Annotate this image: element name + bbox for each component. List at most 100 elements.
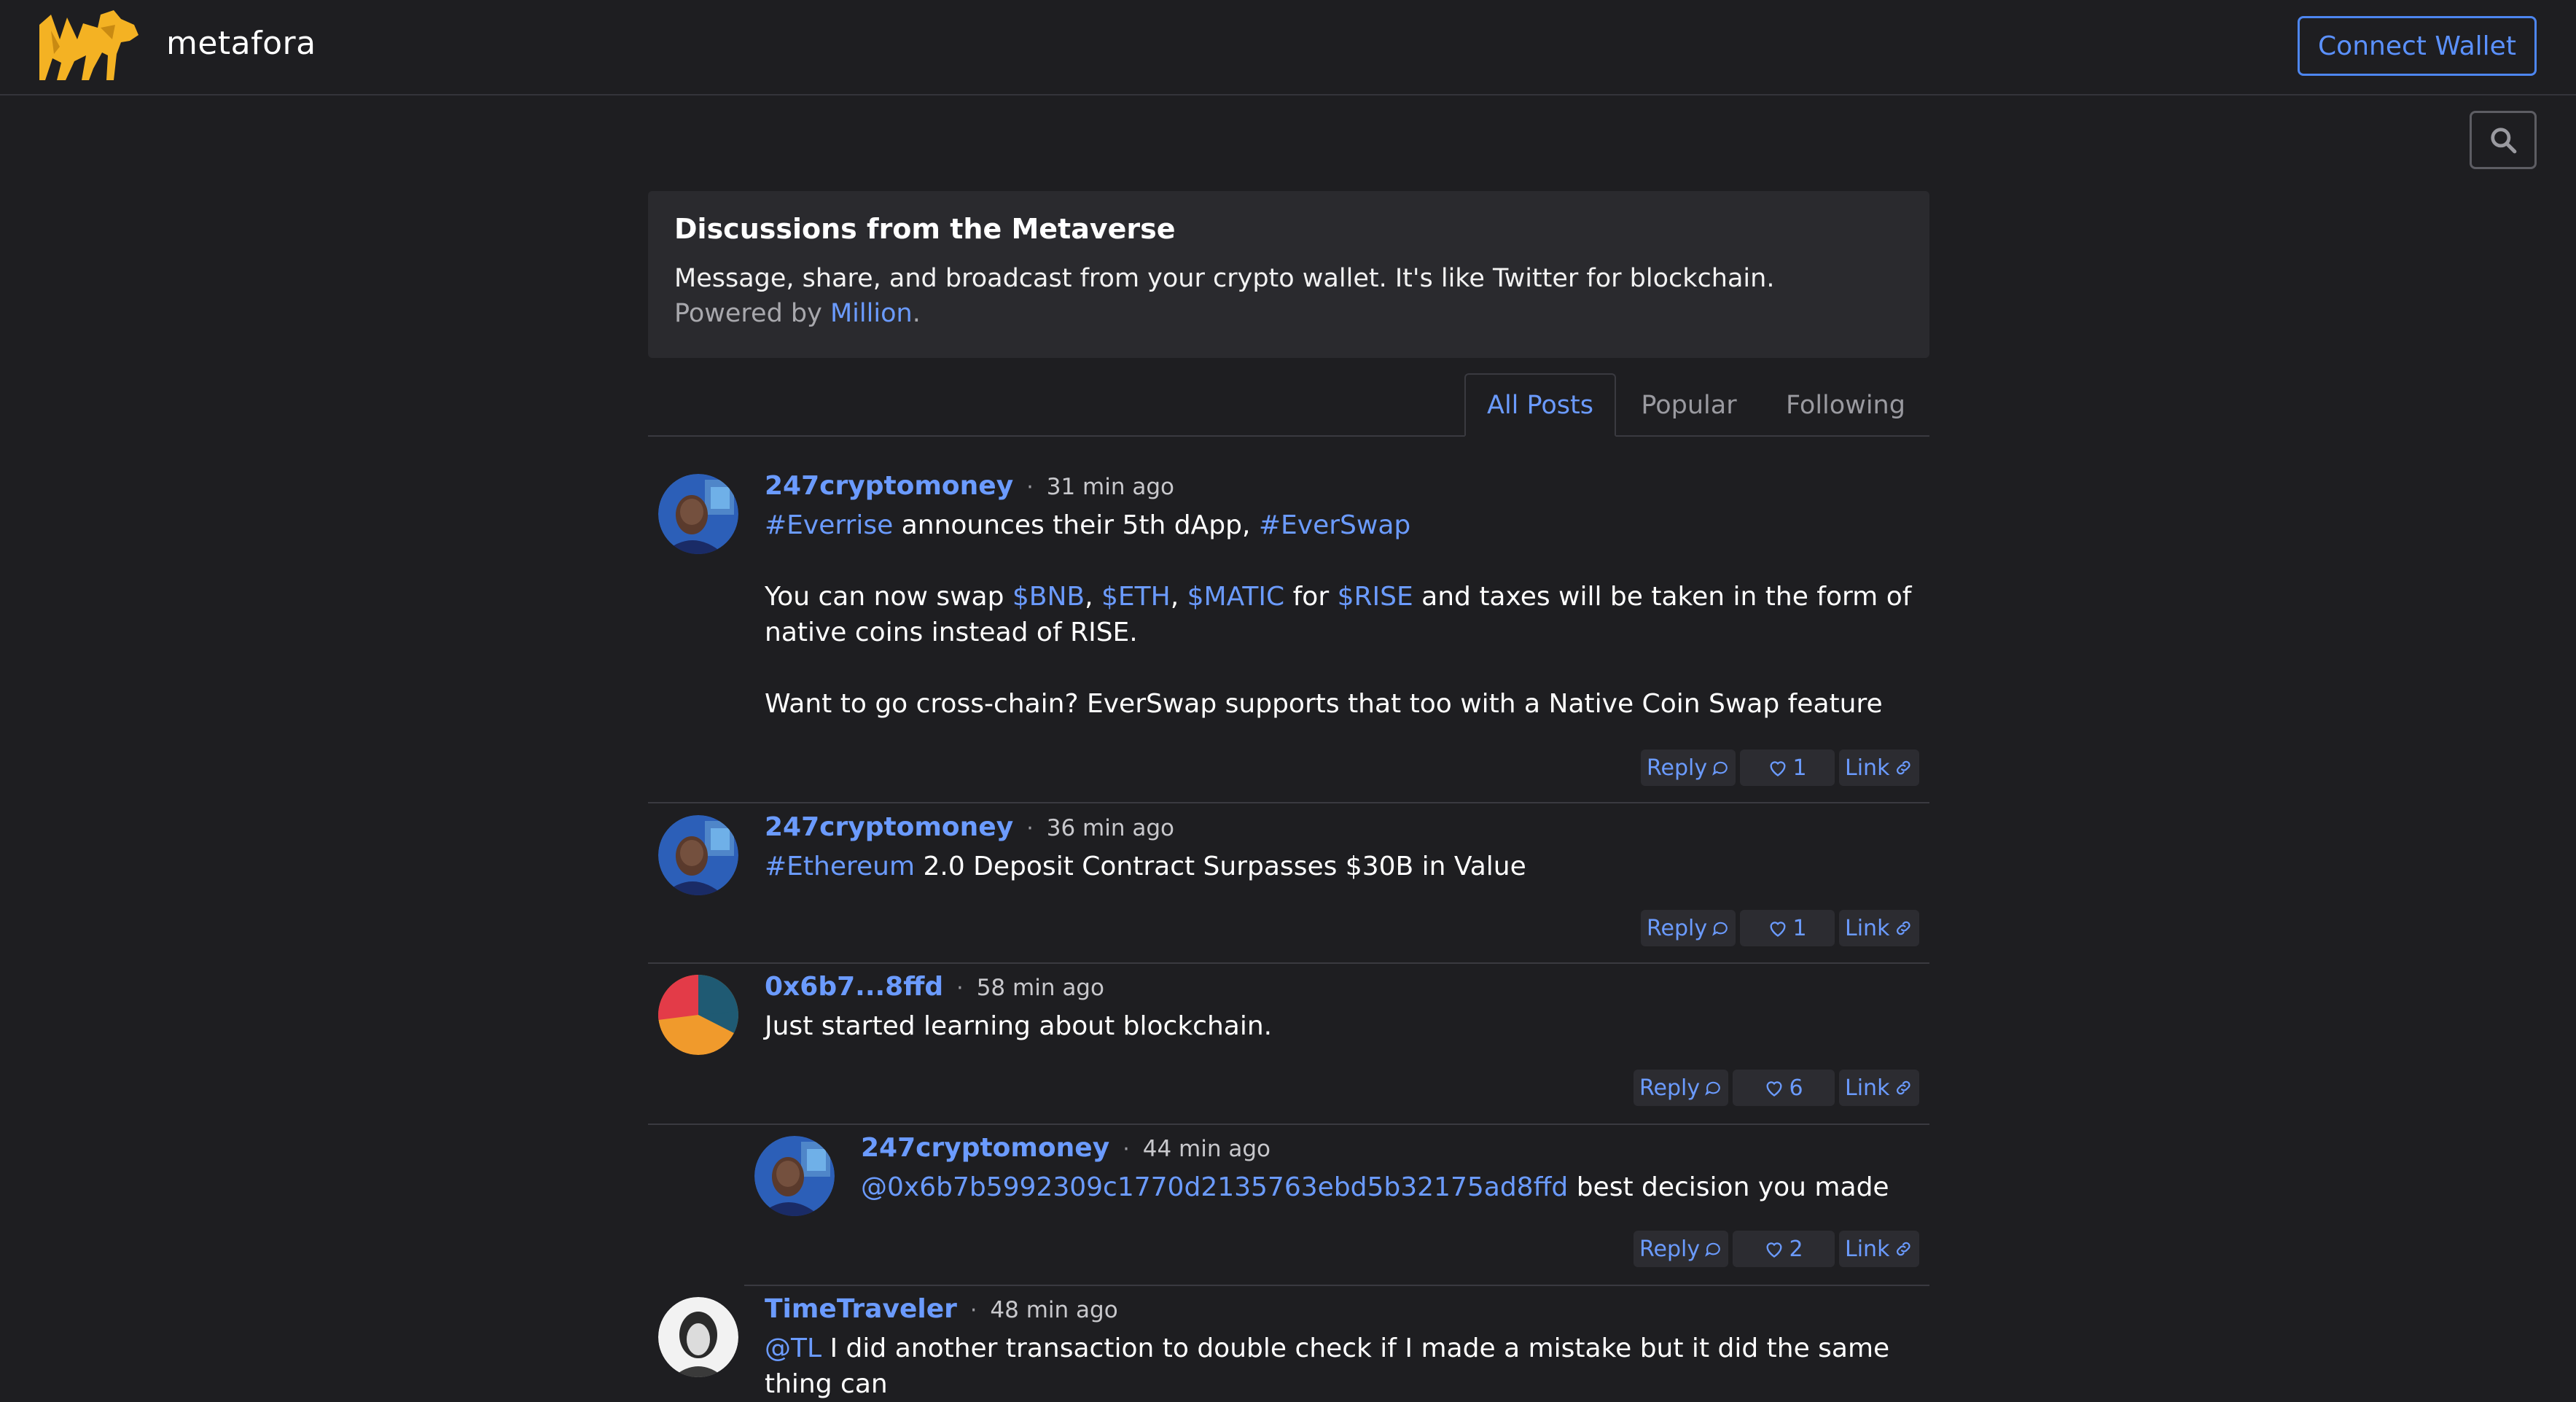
author-name[interactable]: TimeTraveler (765, 1294, 957, 1324)
link-icon (1897, 921, 1910, 935)
author-name[interactable]: 247cryptomoney (765, 812, 1013, 842)
link-label: Link (1845, 915, 1890, 941)
reply-label: Reply (1647, 915, 1708, 941)
like-button[interactable]: 1 (1740, 749, 1835, 786)
post-text: best decision you made (1568, 1172, 1889, 1202)
link-button[interactable]: Link (1839, 1070, 1919, 1106)
post-actions: Reply 1 Link (1641, 749, 1919, 786)
author-name[interactable]: 0x6b7...8ffd (765, 972, 943, 1002)
heart-icon (1766, 1242, 1782, 1258)
search-button[interactable] (2470, 111, 2537, 169)
reply-button[interactable]: Reply (1641, 749, 1736, 786)
link-label: Link (1845, 1236, 1890, 1262)
reply-label: Reply (1639, 1236, 1701, 1262)
link-button[interactable]: Link (1839, 1231, 1919, 1267)
post-time[interactable]: 48 min ago (990, 1297, 1117, 1323)
post-body: #Everrise announces their 5th dApp, #Eve… (765, 507, 1915, 722)
like-count: 6 (1789, 1075, 1803, 1101)
post-time[interactable]: 58 min ago (977, 975, 1104, 1001)
post-text: Just started learning about blockchain. (765, 1011, 1273, 1041)
tag-link[interactable]: #Ethereum (765, 852, 915, 881)
reply-button[interactable]: Reply (1634, 1070, 1728, 1106)
reply-button[interactable]: Reply (1634, 1231, 1728, 1267)
author-name[interactable]: 247cryptomoney (861, 1133, 1109, 1163)
powered-by: Powered by Million. (674, 296, 1903, 331)
separator-dot: · (969, 1298, 977, 1323)
post-line (765, 543, 1915, 579)
avatar[interactable] (658, 1297, 738, 1377)
like-count: 2 (1789, 1236, 1803, 1262)
post: 0x6b7...8ffd · 58 min ago Just started lear… (648, 965, 1929, 1125)
heart-icon (1770, 922, 1786, 937)
intro-description: Message, share, and broadcast from your … (674, 264, 1775, 293)
tag-link[interactable]: $BNB (1012, 582, 1085, 612)
separator-dot: · (1123, 1137, 1130, 1162)
post-body: Just started learning about blockchain. (765, 1008, 1915, 1044)
post-actions: Reply 2 Link (1634, 1231, 1919, 1267)
reply-button[interactable]: Reply (1641, 910, 1736, 946)
link-icon (1897, 760, 1910, 775)
author-name[interactable]: 247cryptomoney (765, 471, 1013, 501)
tag-link[interactable]: @0x6b7b5992309c1770d2135763ebd5b32175ad8… (861, 1172, 1568, 1202)
reply-label: Reply (1639, 1075, 1701, 1101)
link-button[interactable]: Link (1839, 749, 1919, 786)
avatar[interactable] (658, 474, 738, 554)
post-meta: TimeTraveler · 48 min ago (765, 1294, 1118, 1324)
comment-icon (1712, 922, 1728, 936)
tag-link[interactable]: $ETH (1101, 582, 1171, 612)
tab-popular[interactable]: Popular (1616, 373, 1762, 437)
avatar[interactable] (754, 1136, 835, 1216)
post: TimeTraveler · 48 min ago @TL I did another… (648, 1287, 1929, 1399)
post-meta: 247cryptomoney · 44 min ago (861, 1133, 1271, 1163)
intro-title: Discussions from the Metaverse (674, 213, 1176, 245)
post-time[interactable]: 44 min ago (1143, 1136, 1271, 1162)
comment-icon (1712, 761, 1728, 776)
post-line: #Everrise announces their 5th dApp, #Eve… (765, 507, 1915, 543)
powered-by-prefix: Powered by (674, 299, 830, 328)
avatar[interactable] (658, 815, 738, 895)
tag-link[interactable]: @TL (765, 1333, 821, 1363)
intro-card: Discussions from the Metaverse Message, … (648, 191, 1929, 358)
post-text: 2.0 Deposit Contract Surpasses $30B in V… (915, 852, 1526, 881)
post-actions: Reply 6 Link (1634, 1070, 1919, 1106)
post-text: I did another transaction to double chec… (765, 1333, 1898, 1399)
like-count: 1 (1792, 915, 1807, 941)
like-button[interactable]: 1 (1740, 910, 1835, 946)
tag-link[interactable]: #Everrise (765, 510, 893, 540)
top-navbar: metafora Connect Wallet (0, 0, 2576, 96)
million-link[interactable]: Million (830, 299, 913, 328)
post-line: You can now swap $BNB, $ETH, $MATIC for … (765, 579, 1915, 650)
tag-link[interactable]: $RISE (1338, 582, 1413, 612)
like-button[interactable]: 6 (1733, 1070, 1835, 1106)
tag-link[interactable]: #EverSwap (1259, 510, 1410, 540)
search-icon (2491, 128, 2517, 154)
comment-icon (1705, 1081, 1720, 1096)
link-label: Link (1845, 1075, 1890, 1101)
heart-icon (1766, 1081, 1782, 1097)
tab-all-posts[interactable]: All Posts (1464, 373, 1616, 437)
post-meta: 247cryptomoney · 31 min ago (765, 471, 1174, 501)
link-label: Link (1845, 755, 1890, 781)
post-line: @0x6b7b5992309c1770d2135763ebd5b32175ad8… (861, 1169, 1915, 1205)
post-line: #Ethereum 2.0 Deposit Contract Surpasses… (765, 849, 1915, 884)
separator-dot: · (1026, 816, 1034, 841)
post-body: @0x6b7b5992309c1770d2135763ebd5b32175ad8… (861, 1169, 1915, 1205)
post-meta: 0x6b7...8ffd · 58 min ago (765, 972, 1104, 1002)
post: 247cryptomoney · 31 min ago #Everrise annou… (648, 452, 1929, 803)
metafora-logo-icon[interactable] (39, 10, 138, 82)
powered-by-suffix: . (912, 299, 921, 328)
tag-link[interactable]: $MATIC (1187, 582, 1285, 612)
post-text: , (1170, 582, 1187, 612)
post-time[interactable]: 31 min ago (1047, 474, 1174, 500)
like-button[interactable]: 2 (1733, 1231, 1835, 1267)
tab-following[interactable]: Following (1762, 373, 1929, 437)
post-body: #Ethereum 2.0 Deposit Contract Surpasses… (765, 849, 1915, 884)
post-line (765, 650, 1915, 686)
brand-name[interactable]: metafora (166, 25, 316, 62)
link-button[interactable]: Link (1839, 910, 1919, 946)
post-line: Want to go cross-chain? EverSwap support… (765, 686, 1915, 722)
connect-wallet-button[interactable]: Connect Wallet (2298, 16, 2537, 76)
post-time[interactable]: 36 min ago (1047, 815, 1174, 841)
avatar[interactable] (658, 975, 738, 1055)
post-line: @TL I did another transaction to double … (765, 1331, 1915, 1402)
